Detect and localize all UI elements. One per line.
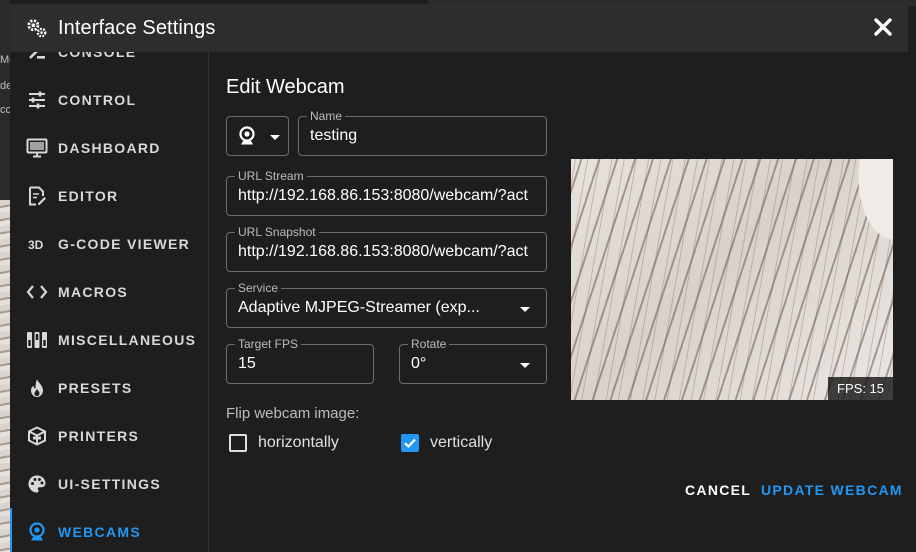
service-value: Adaptive MJPEG-Streamer (exp...	[238, 299, 480, 316]
svg-text:3D: 3D	[28, 238, 44, 252]
sidebar-item-control[interactable]: CONTROL	[10, 76, 208, 124]
chevron-down-icon	[520, 363, 530, 368]
sidebar-item-label: PRINTERS	[58, 428, 140, 444]
preview-image-detail	[853, 159, 893, 249]
settings-sidebar: CONSOLE CONTROL DASHBOARD EDITOR 3D G-CO…	[10, 52, 209, 552]
sidebar-item-editor[interactable]: EDITOR	[10, 172, 208, 220]
chevron-down-icon	[270, 135, 280, 140]
name-field-value: testing	[310, 127, 358, 144]
webcam-icon-select[interactable]	[226, 116, 289, 156]
rotate-select[interactable]: Rotate 0°	[399, 337, 547, 384]
sidebar-item-macros[interactable]: MACROS	[10, 268, 208, 316]
printer-3d-icon	[26, 425, 48, 447]
webcam-preview: FPS: 15	[571, 159, 893, 400]
sidebar-item-ui-settings[interactable]: UI-SETTINGS	[10, 460, 208, 508]
sidebar-item-dashboard[interactable]: DASHBOARD	[10, 124, 208, 172]
dip-switch-icon	[26, 329, 48, 351]
sidebar-item-label: MISCELLANEOUS	[58, 332, 197, 348]
3d-icon: 3D	[26, 233, 48, 255]
flip-label: Flip webcam image:	[226, 405, 360, 422]
service-label: Service	[235, 281, 282, 295]
url-snapshot-label: URL Snapshot	[235, 225, 319, 239]
palette-icon	[26, 473, 48, 495]
code-brackets-icon	[26, 281, 48, 303]
target-fps-field[interactable]: Target FPS 15	[226, 337, 374, 384]
sidebar-item-gcode-viewer[interactable]: 3D G-CODE VIEWER	[10, 220, 208, 268]
form-heading: Edit Webcam	[226, 76, 345, 98]
chevron-down-icon	[520, 307, 530, 312]
console-icon	[26, 52, 48, 63]
service-select[interactable]: Service Adaptive MJPEG-Streamer (exp...	[226, 281, 547, 328]
close-icon[interactable]	[872, 16, 894, 38]
sidebar-item-printers[interactable]: PRINTERS	[10, 412, 208, 460]
checkbox-checked-icon	[401, 434, 419, 452]
monitor-icon	[26, 137, 48, 159]
url-snapshot-value: http://192.168.86.153:8080/webcam/?act	[238, 243, 528, 260]
target-fps-value: 15	[238, 355, 256, 372]
sidebar-item-webcams[interactable]: WEBCAMS	[10, 508, 208, 552]
settings-dialog: Interface Settings CONSOLE CONTROL DASHB…	[10, 4, 908, 552]
url-snapshot-field[interactable]: URL Snapshot http://192.168.86.153:8080/…	[226, 225, 547, 272]
url-stream-label: URL Stream	[235, 169, 307, 183]
url-stream-value: http://192.168.86.153:8080/webcam/?act	[238, 187, 528, 204]
sidebar-item-label: G-CODE VIEWER	[58, 236, 191, 252]
sidebar-item-label: EDITOR	[58, 188, 119, 204]
sidebar-item-label: DASHBOARD	[58, 140, 161, 156]
flip-vertical-label: vertically	[430, 434, 493, 451]
name-field[interactable]: Name testing	[298, 109, 547, 156]
webcam-edit-form: Edit Webcam Name testing URL Stream http…	[226, 52, 908, 552]
sidebar-item-presets[interactable]: PRESETS	[10, 364, 208, 412]
url-stream-field[interactable]: URL Stream http://192.168.86.153:8080/we…	[226, 169, 547, 216]
sidebar-item-console[interactable]: CONSOLE	[10, 52, 208, 76]
sidebar-item-label: MACROS	[58, 284, 129, 300]
checkbox-unchecked-icon	[229, 434, 247, 452]
sidebar-item-label: PRESETS	[58, 380, 133, 396]
file-edit-icon	[26, 185, 48, 207]
dialog-titlebar: Interface Settings	[10, 4, 908, 52]
name-field-label: Name	[307, 109, 346, 123]
rotate-value: 0°	[411, 355, 427, 372]
webcam-icon	[26, 521, 48, 543]
flip-horizontal-checkbox[interactable]: horizontally	[229, 434, 339, 452]
webcam-icon	[239, 126, 255, 145]
sidebar-item-label: UI-SETTINGS	[58, 476, 161, 492]
fps-badge: FPS: 15	[828, 377, 893, 400]
fire-icon	[26, 377, 48, 399]
background-webcam-image	[0, 200, 10, 552]
sidebar-item-miscellaneous[interactable]: MISCELLANEOUS	[10, 316, 208, 364]
update-webcam-button[interactable]: UPDATE WEBCAM	[761, 482, 903, 498]
target-fps-label: Target FPS	[235, 337, 302, 351]
sidebar-item-label: CONTROL	[58, 92, 137, 108]
cancel-button[interactable]: CANCEL	[685, 482, 751, 498]
rotate-label: Rotate	[408, 337, 450, 351]
dialog-title: Interface Settings	[58, 16, 216, 39]
sliders-icon	[26, 89, 48, 111]
flip-horizontal-label: horizontally	[258, 434, 339, 451]
sidebar-item-label: CONSOLE	[58, 52, 137, 60]
flip-vertical-checkbox[interactable]: vertically	[401, 434, 492, 452]
cogs-icon	[27, 19, 47, 38]
sidebar-item-label: WEBCAMS	[58, 524, 141, 540]
